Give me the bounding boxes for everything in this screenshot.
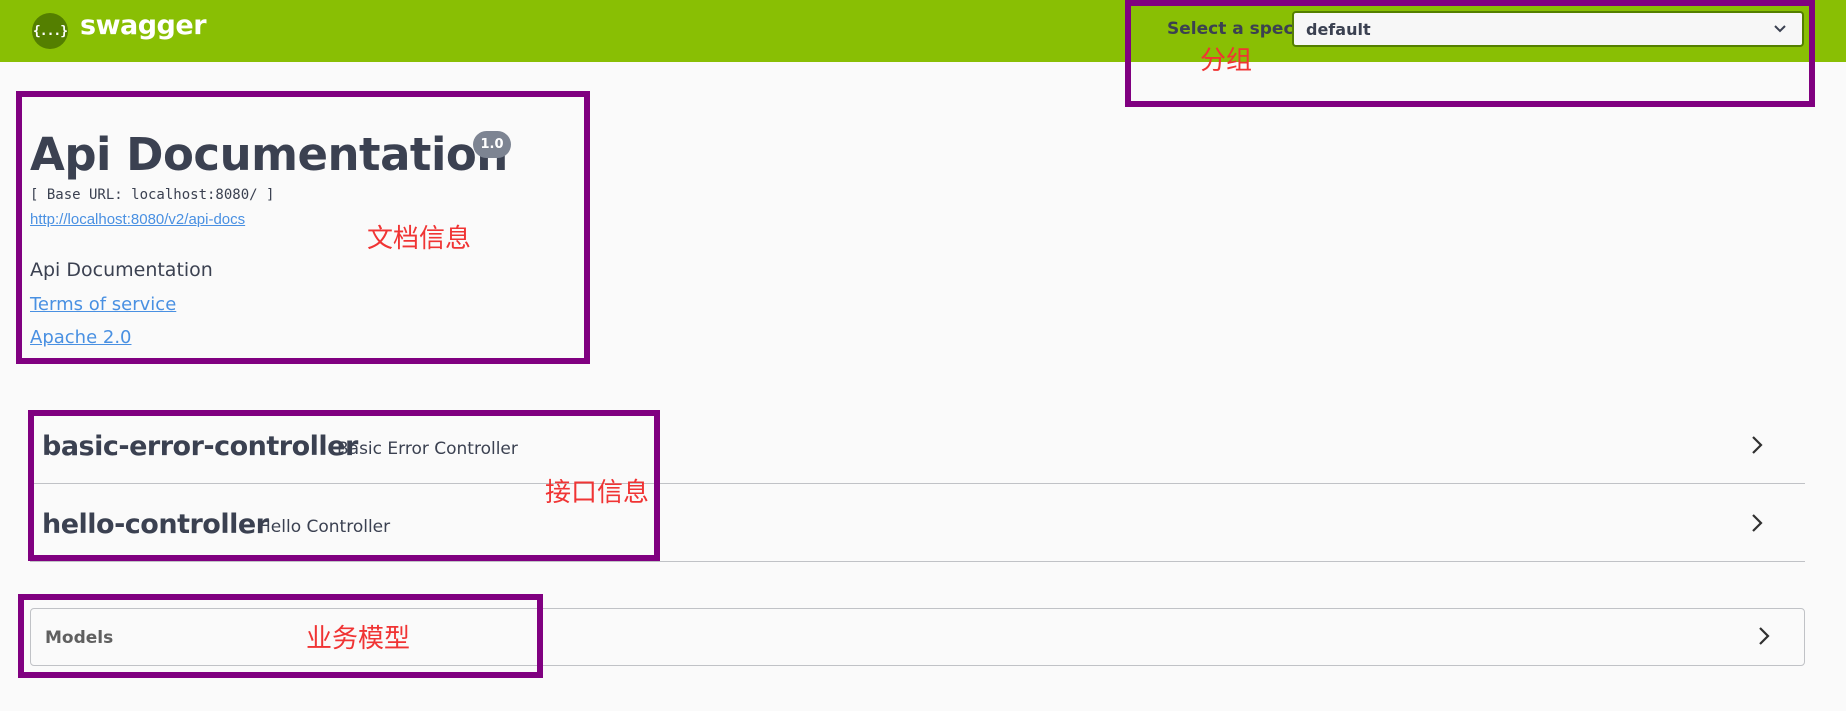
annotation-api-info: 接口信息 bbox=[545, 478, 650, 508]
chevron-right-icon[interactable] bbox=[1754, 626, 1774, 646]
annotation-doc-info: 文档信息 bbox=[367, 224, 472, 254]
annotation-business-model: 业务模型 bbox=[306, 624, 411, 654]
chevron-right-icon[interactable] bbox=[1747, 435, 1767, 455]
annotation-box-business-model bbox=[18, 594, 543, 678]
annotation-box-doc-info bbox=[16, 91, 590, 364]
annotation-group: 分组 bbox=[1200, 46, 1253, 76]
swagger-logo-text[interactable]: swagger bbox=[80, 10, 207, 41]
swagger-logo-icon[interactable]: {...} bbox=[32, 13, 68, 49]
chevron-right-icon[interactable] bbox=[1747, 513, 1767, 533]
